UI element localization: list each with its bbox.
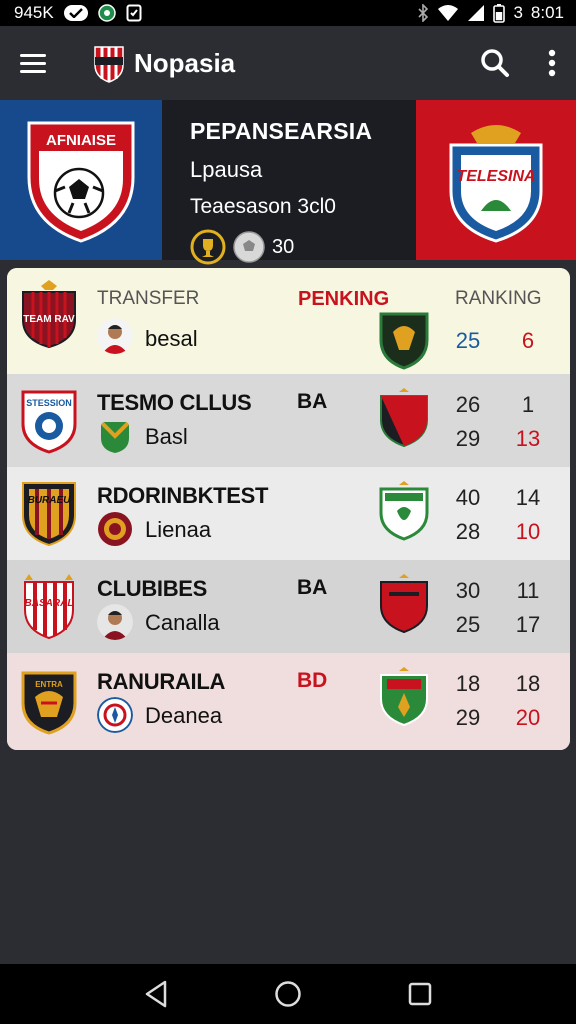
stat-primary: 30 xyxy=(455,578,481,603)
crest-label: BURAEU xyxy=(28,495,72,506)
team-crest-icon: TEAM RAV xyxy=(22,280,76,348)
stat-secondary: 14 xyxy=(515,485,541,510)
back-icon[interactable] xyxy=(134,972,178,1016)
stat-secondary-alt: 20 xyxy=(515,705,541,730)
away-team-panel: TELESINA xyxy=(416,100,576,260)
more-vert-icon[interactable] xyxy=(548,49,556,77)
club-code: BD xyxy=(297,669,328,692)
status-bar: 945K 3 8:01 xyxy=(0,0,576,26)
opponent-crest-icon xyxy=(380,388,428,448)
stat-secondary: 6 xyxy=(521,328,535,353)
app-bar: Nopasia xyxy=(0,26,576,100)
opponent-crest-icon xyxy=(379,481,429,541)
club-code: BA xyxy=(297,390,328,413)
club-subtitle: Lienaa xyxy=(145,517,212,542)
crest-label: ENTRA xyxy=(35,680,63,689)
app-logo-icon xyxy=(94,46,124,83)
club-subtitle: besal xyxy=(145,326,198,351)
stat-secondary-alt: 13 xyxy=(515,426,541,451)
home-crest-label: AFNIAISE xyxy=(46,132,116,149)
crest-label: BASARAL xyxy=(25,598,74,609)
table-row[interactable]: BASARAL CLUBIBES BA Canalla 30 11 25 17 xyxy=(7,560,570,653)
stat-primary: 26 xyxy=(455,392,481,417)
table-row[interactable]: TEAM RAV TRANSFER PENKING RANKING besal … xyxy=(7,268,570,374)
wifi-icon xyxy=(437,4,459,22)
recents-icon[interactable] xyxy=(398,972,442,1016)
crest-label: TEAM RAV xyxy=(23,314,75,325)
stat-primary-alt: 29 xyxy=(455,705,481,730)
stat-primary-alt: 28 xyxy=(455,519,481,544)
football-app-icon xyxy=(97,4,116,22)
club-subtitle: Canalla xyxy=(145,610,220,635)
club-subtitle: Basl xyxy=(145,424,188,449)
club-code: BA xyxy=(297,576,328,599)
stat-secondary-alt: 10 xyxy=(515,519,541,544)
stat-secondary: 11 xyxy=(516,578,540,603)
featured-match-banner[interactable]: AFNIAISE PEPANSEARSIA Lpausa Teaesason 3… xyxy=(0,100,576,265)
standings-card: TEAM RAV TRANSFER PENKING RANKING besal … xyxy=(7,268,570,750)
menu-icon[interactable] xyxy=(20,48,50,78)
opponent-crest-icon xyxy=(380,574,428,634)
team-crest-icon: STESSION xyxy=(21,390,77,454)
col-penking-header[interactable]: PENKING xyxy=(298,288,389,311)
club-mini-badge-icon xyxy=(99,420,131,453)
club-mini-badge-icon xyxy=(97,697,133,733)
search-icon[interactable] xyxy=(480,48,510,78)
club-name[interactable]: TESMO CLLUS xyxy=(97,390,252,416)
table-row[interactable]: STESSION TESMO CLLUS BA Basl 26 1 29 13 xyxy=(7,374,570,467)
table-row[interactable]: ENTRA RANURAILA BD Deanea 18 18 29 20 xyxy=(7,653,570,750)
stat-primary-alt: 29 xyxy=(455,426,481,451)
system-nav-bar xyxy=(0,964,576,1024)
battery-text: 3 xyxy=(513,3,523,22)
away-crest-label: TELESINA xyxy=(456,168,535,185)
away-team-crest-icon: TELESINA xyxy=(449,125,543,243)
stat-secondary: 1 xyxy=(521,392,535,417)
stat-primary: 40 xyxy=(455,485,481,510)
ball-icon xyxy=(233,231,265,263)
home-team-panel: AFNIAISE xyxy=(0,100,162,260)
app-title: Nopasia xyxy=(134,47,236,78)
opponent-crest-icon xyxy=(379,312,429,370)
club-subtitle: Deanea xyxy=(145,703,223,728)
col-transfer-header[interactable]: TRANSFER xyxy=(97,288,199,310)
club-mini-badge-icon xyxy=(98,512,132,546)
battery-icon xyxy=(493,3,506,23)
season-label: Teaesason 3cl0 xyxy=(190,195,336,218)
match-count: 30 xyxy=(272,235,295,258)
coin-icon xyxy=(190,229,226,265)
home-team-crest-icon: AFNIAISE xyxy=(27,121,135,243)
col-ranking-header[interactable]: RANKING xyxy=(455,288,542,310)
team-crest-icon: BURAEU xyxy=(22,482,76,547)
club-name[interactable]: RDORINBKTEST xyxy=(97,483,268,509)
club-name[interactable]: RANURAILA xyxy=(97,669,225,695)
bluetooth-icon xyxy=(417,4,429,22)
crest-label: STESSION xyxy=(26,398,72,408)
network-speed: 945K xyxy=(14,3,54,22)
match-info: PEPANSEARSIA Lpausa Teaesason 3cl0 30 xyxy=(162,100,416,265)
player-avatar xyxy=(97,604,133,640)
stat-secondary: 18 xyxy=(515,671,541,696)
player-avatar xyxy=(97,318,133,354)
home-icon[interactable] xyxy=(266,972,310,1016)
stat-secondary-alt: 17 xyxy=(515,612,541,637)
clock: 8:01 xyxy=(530,3,564,22)
messaging-icon xyxy=(63,5,88,21)
opponent-crest-icon xyxy=(380,667,428,727)
stat-primary: 18 xyxy=(455,671,481,696)
table-row[interactable]: BURAEU RDORINBKTEST Lienaa 40 14 28 10 xyxy=(7,467,570,560)
match-title: PEPANSEARSIA xyxy=(190,118,373,144)
signal-icon xyxy=(467,4,485,22)
stat-primary: 25 xyxy=(455,328,481,353)
club-name[interactable]: CLUBIBES xyxy=(97,576,207,602)
team-crest-icon: ENTRA xyxy=(21,671,77,735)
team-crest-icon: BASARAL xyxy=(24,574,74,640)
stat-primary-alt: 25 xyxy=(455,612,481,637)
screenshot-icon xyxy=(126,4,142,22)
league-name: Lpausa xyxy=(190,157,263,182)
